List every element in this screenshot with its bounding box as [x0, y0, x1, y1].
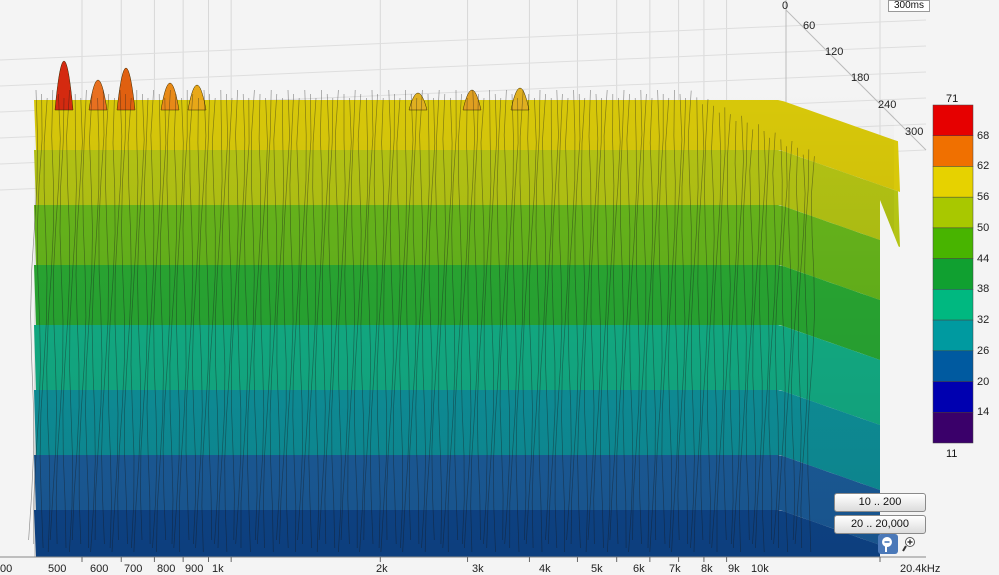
colorbar-label-14: 14	[977, 406, 990, 419]
colorbar-swatch-0	[932, 104, 974, 136]
x-tick-5k: 5k	[591, 563, 603, 575]
time-end-label: 300ms	[888, 0, 930, 12]
depth-grid-line-1	[0, 45, 927, 87]
x-tick-800: 800	[157, 563, 176, 575]
colorbar-label-50: 50	[977, 221, 990, 234]
colorbar-swatch-4	[932, 227, 974, 259]
x-tick-2k: 2k	[376, 563, 388, 575]
range-10-200-button[interactable]: 10 .. 200	[834, 493, 926, 512]
colorbar-swatch-6	[932, 289, 974, 321]
x-tick-500: 500	[48, 563, 67, 575]
colorbar-label-44: 44	[977, 252, 990, 265]
x-tick-10k: 10k	[751, 563, 769, 575]
zoom-out-icon[interactable]	[878, 534, 898, 554]
colorbar-label-32: 32	[977, 314, 990, 327]
colorbar-swatch-1	[932, 135, 974, 167]
spectral-slices	[28, 60, 926, 557]
colorbar-swatch-9	[932, 381, 974, 413]
colorbar-label-56: 56	[977, 191, 990, 204]
colorbar-swatch-10	[932, 412, 974, 444]
colorbar-swatch-3	[932, 196, 974, 229]
colorbar-swatch-7	[932, 319, 974, 352]
x-tick-8k: 8k	[701, 563, 713, 575]
x-tick-9k: 9k	[728, 563, 740, 575]
colorbar-swatch-8	[932, 350, 974, 382]
x-tick-6k: 6k	[633, 563, 645, 575]
zoom-out-glyph	[882, 537, 892, 552]
colorbar-label-38: 38	[977, 283, 990, 296]
waterfall-plot	[0, 0, 974, 562]
colorbar-swatch-5	[932, 258, 974, 290]
depth-shade	[34, 90, 894, 557]
time-tick-0: 0	[782, 0, 789, 12]
time-tick-240: 240	[878, 99, 897, 111]
x-tick-4k: 4k	[539, 563, 551, 575]
colorbar-max-label: 71	[946, 93, 959, 105]
depth-grid-line-0	[0, 19, 927, 61]
x-tick-900: 900	[185, 563, 204, 575]
x-tick-7k: 7k	[669, 563, 681, 575]
time-tick-120: 120	[825, 46, 844, 58]
colorbar-label-68: 68	[977, 129, 990, 142]
colorbar-swatch-2	[932, 166, 974, 198]
range-20-20000-button[interactable]: 20 .. 20,000	[834, 515, 926, 534]
zoom-in-icon[interactable]	[900, 534, 920, 554]
time-tick-300: 300	[905, 126, 924, 138]
x-tick-700: 700	[124, 563, 143, 575]
colorbar-min-label: 11	[946, 448, 958, 460]
x-tick-600: 600	[90, 563, 109, 575]
colorbar-label-26: 26	[977, 344, 990, 357]
x-tick-3k: 3k	[472, 563, 484, 575]
zoom-in-glyph	[902, 537, 915, 552]
x-tick-end: 20.4kHz	[900, 563, 941, 575]
x-tick-partial: 00	[0, 563, 13, 575]
colorbar-label-20: 20	[977, 375, 990, 388]
x-ticks	[81, 557, 881, 562]
x-tick-1k: 1k	[212, 563, 224, 575]
time-tick-60: 60	[803, 20, 816, 32]
colorbar	[932, 104, 974, 444]
colorbar-label-62: 62	[977, 160, 990, 173]
time-tick-180: 180	[851, 72, 870, 84]
